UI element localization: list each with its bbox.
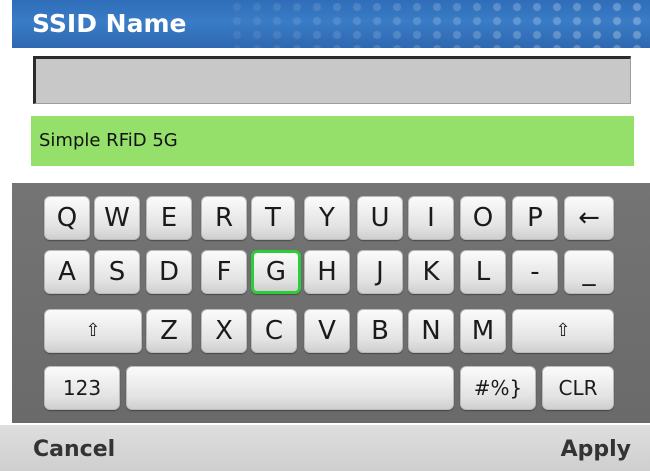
space-bar[interactable]: [126, 366, 454, 410]
key-v[interactable]: V: [304, 309, 350, 353]
key-j[interactable]: J: [357, 250, 403, 294]
header-decoration: [227, 0, 650, 48]
key-k[interactable]: K: [408, 250, 454, 294]
key-underscore[interactable]: _: [564, 250, 614, 294]
key-c[interactable]: C: [251, 309, 297, 353]
ssid-input[interactable]: [33, 56, 631, 104]
key-r[interactable]: R: [201, 196, 247, 240]
apply-button[interactable]: Apply: [561, 437, 631, 462]
numbers-key[interactable]: 123: [44, 366, 120, 410]
key-g[interactable]: G: [251, 250, 301, 294]
page-title: SSID Name: [32, 9, 187, 38]
key-h[interactable]: H: [304, 250, 350, 294]
key-o[interactable]: O: [460, 196, 506, 240]
key-t[interactable]: T: [251, 196, 295, 240]
key-d[interactable]: D: [146, 250, 192, 294]
key-u[interactable]: U: [357, 196, 403, 240]
clear-key[interactable]: CLR: [542, 366, 614, 410]
key-i[interactable]: I: [408, 196, 454, 240]
key-hyphen[interactable]: -: [512, 250, 558, 294]
key-n[interactable]: N: [408, 309, 454, 353]
key-s[interactable]: S: [94, 250, 140, 294]
key-a[interactable]: A: [44, 250, 90, 294]
title-bar: SSID Name: [12, 0, 650, 48]
suggestion-label: Simple RFiD 5G: [39, 130, 178, 151]
symbols-key[interactable]: #%}: [460, 366, 536, 410]
key-y[interactable]: Y: [304, 196, 350, 240]
backspace-key[interactable]: ←: [564, 196, 614, 240]
key-w[interactable]: W: [94, 196, 140, 240]
key-b[interactable]: B: [357, 309, 403, 353]
shift-key-right[interactable]: ⇧: [512, 309, 614, 353]
key-l[interactable]: L: [460, 250, 506, 294]
key-p[interactable]: P: [512, 196, 558, 240]
suggestion-item[interactable]: Simple RFiD 5G: [31, 116, 634, 166]
key-z[interactable]: Z: [146, 309, 192, 353]
key-m[interactable]: M: [460, 309, 506, 353]
shift-key-left[interactable]: ⇧: [44, 309, 142, 353]
key-x[interactable]: X: [201, 309, 247, 353]
softkey-bar: Cancel Apply: [0, 425, 650, 471]
key-e[interactable]: E: [146, 196, 192, 240]
cancel-button[interactable]: Cancel: [33, 437, 115, 462]
on-screen-keyboard: Q W E R T Y U I O P ← A S D F G H J K L …: [12, 183, 650, 423]
key-q[interactable]: Q: [44, 196, 90, 240]
key-f[interactable]: F: [201, 250, 247, 294]
